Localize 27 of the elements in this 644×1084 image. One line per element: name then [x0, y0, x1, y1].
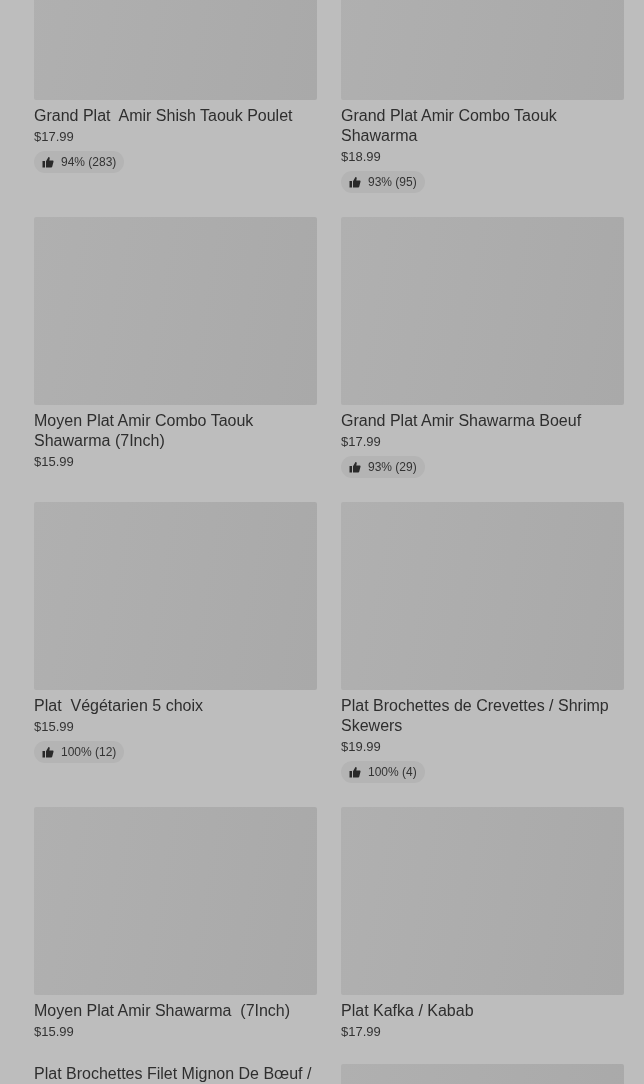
- dish-price: $17.99: [341, 1024, 381, 1040]
- rating-badge: 100% (12): [34, 741, 125, 763]
- dish-name: Plat Végétarien 5 choix: [34, 696, 203, 716]
- dish-price: $17.99: [34, 129, 74, 145]
- thumbs-up-icon: [349, 461, 361, 473]
- dish-name: Grand Plat Amir Shawarma Boeuf: [341, 411, 582, 431]
- dish-name: Grand Plat Amir Combo Taouk Shawarma: [341, 106, 558, 146]
- rating-badge: 100% (4): [341, 761, 425, 783]
- dish-name: Plat Brochettes Filet Mignon De Bœuf /: [34, 1064, 312, 1084]
- dish-name: Grand Plat Amir Shish Taouk Poulet: [34, 106, 293, 126]
- thumbs-up-icon: [349, 766, 361, 778]
- dish-name: Moyen Plat Amir Shawarma (7Inch): [34, 1001, 291, 1021]
- dish-price: $19.99: [341, 739, 381, 755]
- thumbs-up-icon: [42, 156, 54, 168]
- dish-price: $15.99: [34, 454, 74, 470]
- dish-name: Plat Brochettes de Crevettes / Shrimp Skewers: [341, 696, 610, 736]
- dish-price: $18.99: [341, 149, 381, 165]
- rating-badge: 93% (29): [341, 456, 425, 478]
- rating-badge: 94% (283): [34, 151, 125, 173]
- dish-price: $15.99: [34, 719, 74, 735]
- thumbs-up-icon: [42, 746, 54, 758]
- dish-name: Plat Kafka / Kabab: [341, 1001, 474, 1021]
- rating-badge: 93% (95): [341, 171, 425, 193]
- dish-name: Moyen Plat Amir Combo Taouk Shawarma (7Inch): [34, 411, 255, 451]
- dish-price: $15.99: [34, 1024, 74, 1040]
- dish-price: $17.99: [341, 434, 381, 450]
- thumbs-up-icon: [349, 176, 361, 188]
